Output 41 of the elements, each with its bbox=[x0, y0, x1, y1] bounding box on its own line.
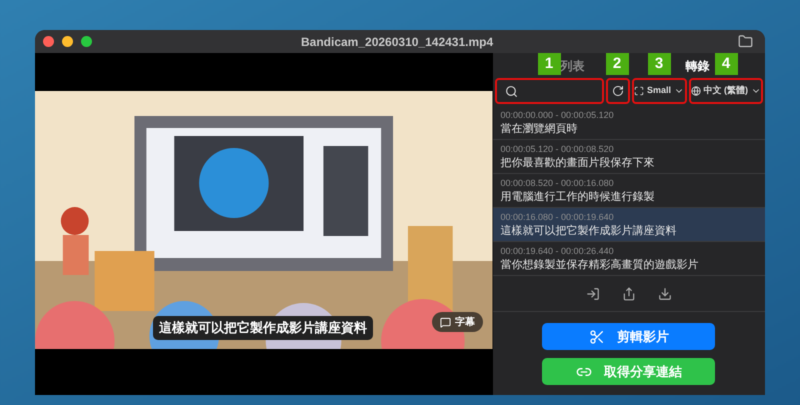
timestamp: 00:00:16.080 - 00:00:19.640 bbox=[500, 210, 615, 222]
refresh-button[interactable] bbox=[606, 78, 630, 104]
subtitle-overlay: 這樣就可以把它製作成影片講座資料 bbox=[153, 316, 373, 340]
tab[interactable]: 列表 bbox=[560, 57, 584, 75]
search-icon bbox=[504, 84, 518, 98]
zoom-button[interactable] bbox=[81, 36, 92, 47]
search-field[interactable] bbox=[494, 78, 604, 104]
timestamp: 00:00:19.640 - 00:00:26.440 bbox=[500, 244, 615, 256]
transcript-text: 把你最喜歡的畫面片段保存下來 bbox=[500, 156, 656, 170]
captions-button[interactable]: 字幕 bbox=[432, 312, 483, 332]
transcript-row[interactable]: 00:00:00.000 - 00:00:05.120 當在瀏覽網頁時 bbox=[492, 106, 765, 140]
language-dropdown[interactable]: 中文 (繁體) bbox=[688, 78, 763, 104]
transcript-text: 這樣就可以把它製作成影片講座資料 bbox=[500, 224, 678, 238]
transcript-row[interactable]: 00:00:05.120 - 00:00:08.520 把你最喜歡的畫面片段保存下來 bbox=[492, 140, 765, 174]
timestamp: 00:00:05.120 - 00:00:08.520 bbox=[500, 142, 615, 154]
refresh-icon bbox=[612, 85, 624, 97]
number-badge: 1 bbox=[538, 53, 560, 75]
timestamp: 00:00:08.520 - 00:00:16.080 bbox=[500, 176, 615, 188]
transcript-text: 用電腦進行工作的時候進行錄製 bbox=[500, 190, 656, 204]
download-icon[interactable] bbox=[658, 286, 672, 300]
size-dropdown[interactable]: Small bbox=[632, 78, 686, 104]
number-badge: 4 bbox=[714, 53, 738, 75]
close-button[interactable] bbox=[43, 36, 54, 47]
transcript-text: 當你想錄製並保存精彩高畫質的遊戲影片 bbox=[500, 258, 700, 272]
minimize-button[interactable] bbox=[62, 36, 73, 47]
frame-icon bbox=[634, 86, 644, 96]
speech-bubble-icon bbox=[440, 316, 451, 328]
scissors-icon bbox=[588, 328, 605, 344]
transcript-row[interactable]: 00:00:19.640 - 00:00:26.440 當你想錄製並保存精彩高畫質的遊戲影片 bbox=[492, 242, 765, 276]
timestamp: 00:00:00.000 - 00:00:05.120 bbox=[500, 108, 615, 120]
globe-icon bbox=[690, 86, 700, 96]
number-badge: 3 bbox=[648, 53, 670, 75]
number-badge: 2 bbox=[606, 53, 628, 75]
transcript-row[interactable]: 00:00:16.080 - 00:00:19.640 這樣就可以把它製作成影片講座資料 bbox=[492, 208, 765, 242]
edit-video-button[interactable]: 剪輯影片 bbox=[542, 323, 716, 350]
import-icon[interactable] bbox=[586, 286, 600, 300]
share-icon[interactable] bbox=[622, 286, 636, 300]
window-title: Bandicam_20260310_142431.mp4 bbox=[301, 34, 494, 50]
transcript-text: 當在瀏覽網頁時 bbox=[500, 122, 578, 136]
tab[interactable]: 轉錄 bbox=[686, 57, 710, 75]
folder-icon[interactable] bbox=[738, 34, 753, 49]
